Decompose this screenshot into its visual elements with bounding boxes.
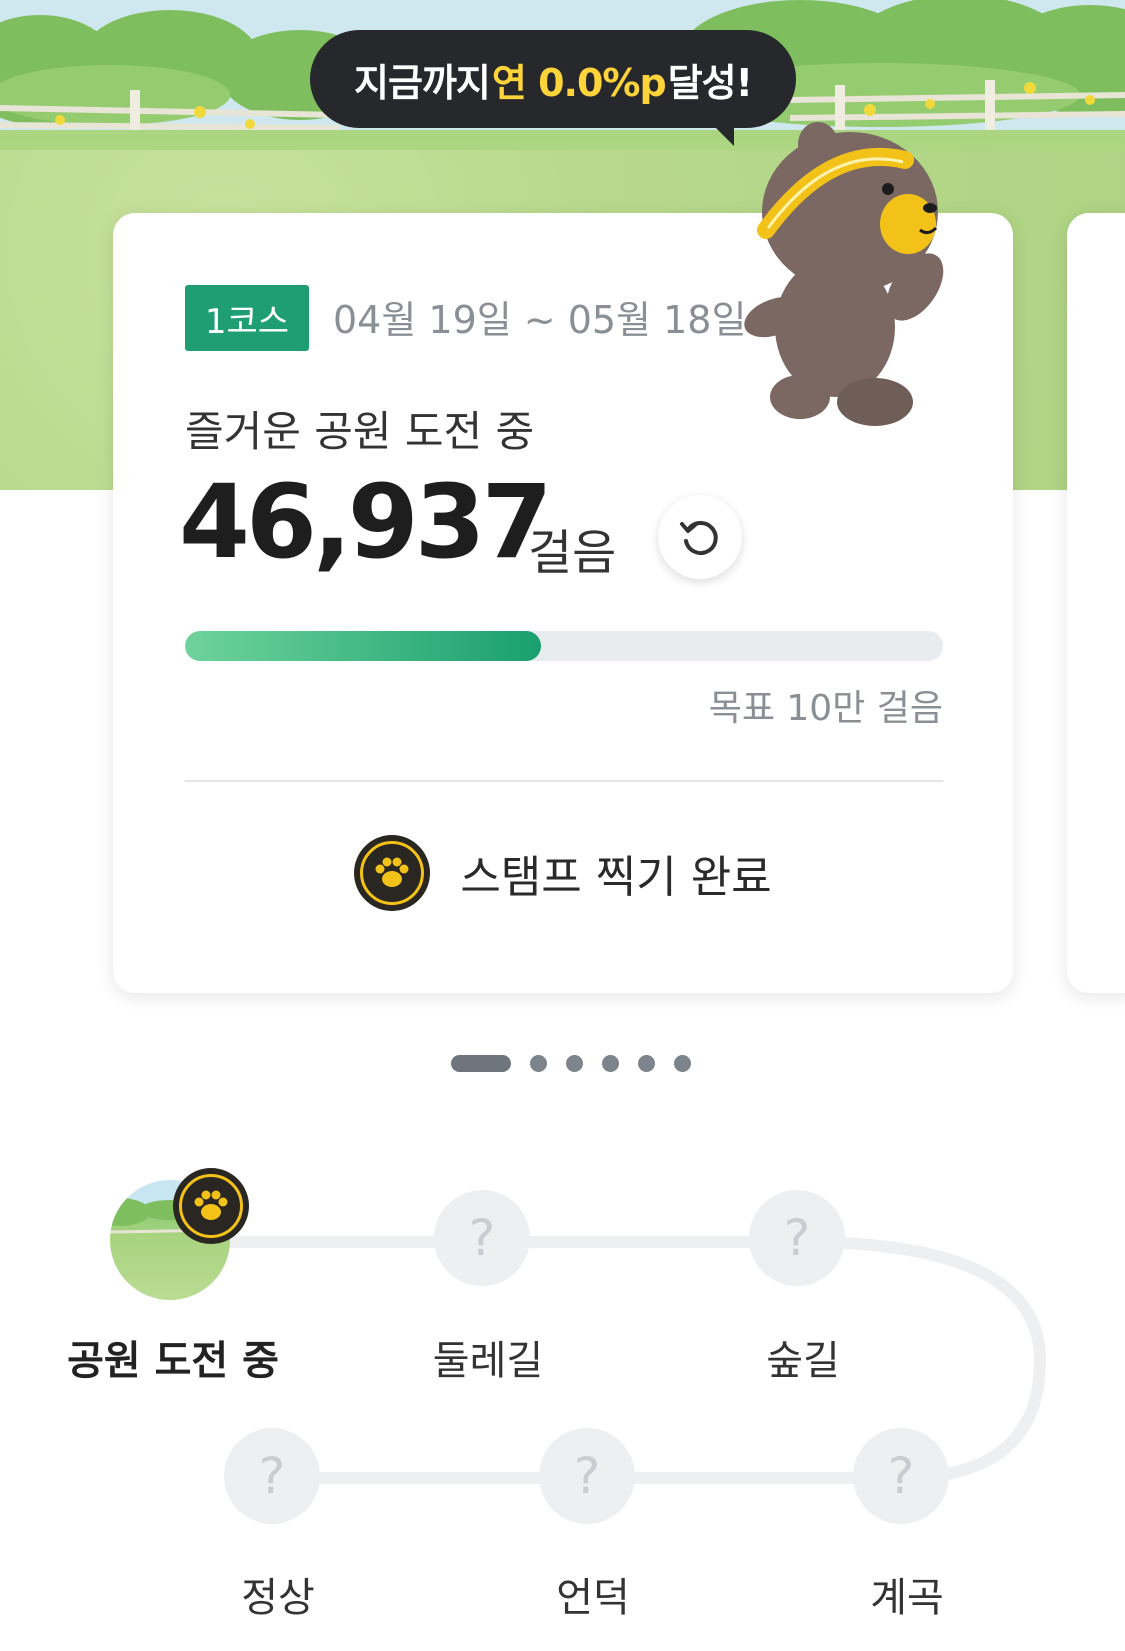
locked-question-icon: ? xyxy=(468,1209,496,1267)
course-node-hill[interactable]: ? xyxy=(539,1428,635,1524)
locked-question-icon: ? xyxy=(783,1209,811,1267)
pagination-dot[interactable] xyxy=(529,1055,547,1072)
stamp-status-label: 스탬프 찍기 완료 xyxy=(460,852,772,903)
step-unit: 걸음 xyxy=(528,525,617,581)
course-label-park: 공원 도전 중 xyxy=(67,1338,279,1384)
refresh-button[interactable] xyxy=(658,495,742,579)
pagination-dot[interactable] xyxy=(673,1055,691,1072)
pagination-dot[interactable] xyxy=(565,1055,583,1072)
bear-mascot xyxy=(744,122,944,426)
course-label-hill: 언덕 xyxy=(556,1575,630,1621)
refresh-icon xyxy=(680,521,718,555)
course-label-forest-path: 숲길 xyxy=(766,1338,840,1384)
pagination-dot[interactable] xyxy=(450,1055,511,1072)
step-progress-bar xyxy=(185,631,943,661)
banner-suffix: 달성! xyxy=(667,60,753,105)
step-count: 46,937 xyxy=(179,463,553,582)
course-label-dulle-gil: 둘레길 xyxy=(432,1338,544,1384)
carousel-pagination[interactable] xyxy=(0,1055,1125,1072)
challenge-status: 즐거운 공원 도전 중 xyxy=(185,407,535,456)
course-node-summit[interactable]: ? xyxy=(224,1428,320,1524)
locked-question-icon: ? xyxy=(258,1447,286,1505)
stamp-status: 스탬프 찍기 완료 xyxy=(113,833,1013,913)
pagination-dot[interactable] xyxy=(601,1055,619,1072)
course-node-valley[interactable]: ? xyxy=(853,1428,949,1524)
locked-question-icon: ? xyxy=(887,1447,915,1505)
course-label-summit: 정상 xyxy=(241,1575,315,1621)
banner-highlight: 연 0.0%p xyxy=(491,60,667,105)
locked-question-icon: ? xyxy=(573,1447,601,1505)
course-badge: 1코스 xyxy=(185,285,309,351)
paw-stamp-icon xyxy=(173,1168,249,1244)
banner-prefix: 지금까지 xyxy=(354,60,491,105)
course-node-forest-path[interactable]: ? xyxy=(749,1190,845,1286)
course-node-dulle-gil[interactable]: ? xyxy=(434,1190,530,1286)
course-label-valley: 계곡 xyxy=(870,1575,944,1621)
achievement-banner: 지금까지 연 0.0%p 달성! xyxy=(310,30,796,128)
pagination-dot[interactable] xyxy=(637,1055,655,1072)
goal-label: 목표 10만 걸음 xyxy=(708,688,943,729)
step-progress-fill xyxy=(185,631,541,661)
date-range: 04월 19일 ~ 05월 18일 xyxy=(333,298,747,342)
paw-stamp-icon xyxy=(354,835,431,911)
card-divider xyxy=(185,780,943,782)
next-card-peek[interactable] xyxy=(1067,213,1125,993)
